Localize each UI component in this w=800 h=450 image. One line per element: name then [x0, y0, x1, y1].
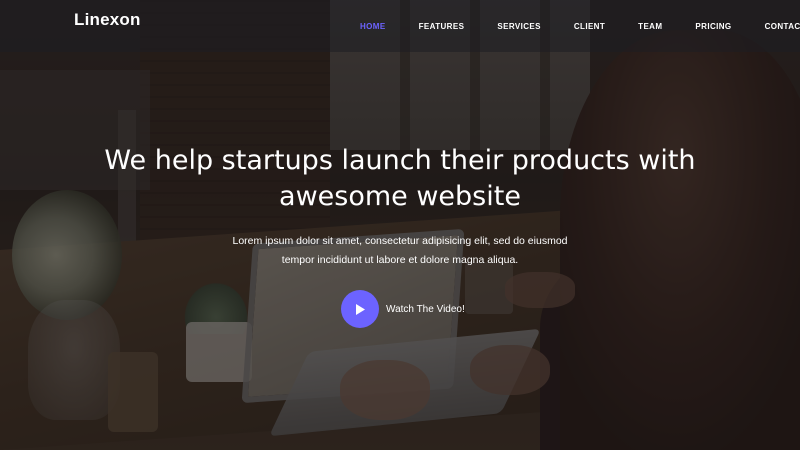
brand-logo[interactable]: Linexon	[74, 10, 141, 30]
play-button[interactable]	[341, 290, 379, 328]
nav-item-client[interactable]: CLIENT	[574, 22, 605, 31]
navbar: Linexon HOME FEATURES SERVICES CLIENT TE…	[0, 0, 800, 52]
nav-item-team[interactable]: TEAM	[638, 22, 662, 31]
hero-lead-line: Lorem ipsum dolor sit amet, consectetur …	[232, 235, 568, 247]
watch-video-button[interactable]: Watch The Video!	[341, 290, 465, 328]
hero-headline-line: We help startups launch their products w…	[104, 145, 696, 176]
nav-item-services[interactable]: SERVICES	[497, 22, 541, 31]
hero-lead-text: Lorem ipsum dolor sit amet, consectetur …	[0, 232, 800, 270]
nav-item-features[interactable]: FEATURES	[419, 22, 465, 31]
hero-lead-line: tempor incididunt ut labore et dolore ma…	[281, 254, 519, 266]
nav-item-home[interactable]: HOME	[360, 22, 386, 31]
main-nav: HOME FEATURES SERVICES CLIENT TEAM PRICI…	[360, 0, 800, 52]
play-icon	[356, 303, 365, 315]
hero-overlay	[0, 0, 800, 450]
nav-item-pricing[interactable]: PRICING	[695, 22, 731, 31]
hero-background	[0, 0, 800, 450]
hero-headline-line: awesome website	[279, 181, 521, 212]
nav-item-contact[interactable]: CONTACT	[765, 22, 800, 31]
watch-video-label[interactable]: Watch The Video!	[386, 304, 465, 315]
hero-headline: We help startups launch their products w…	[0, 143, 800, 215]
